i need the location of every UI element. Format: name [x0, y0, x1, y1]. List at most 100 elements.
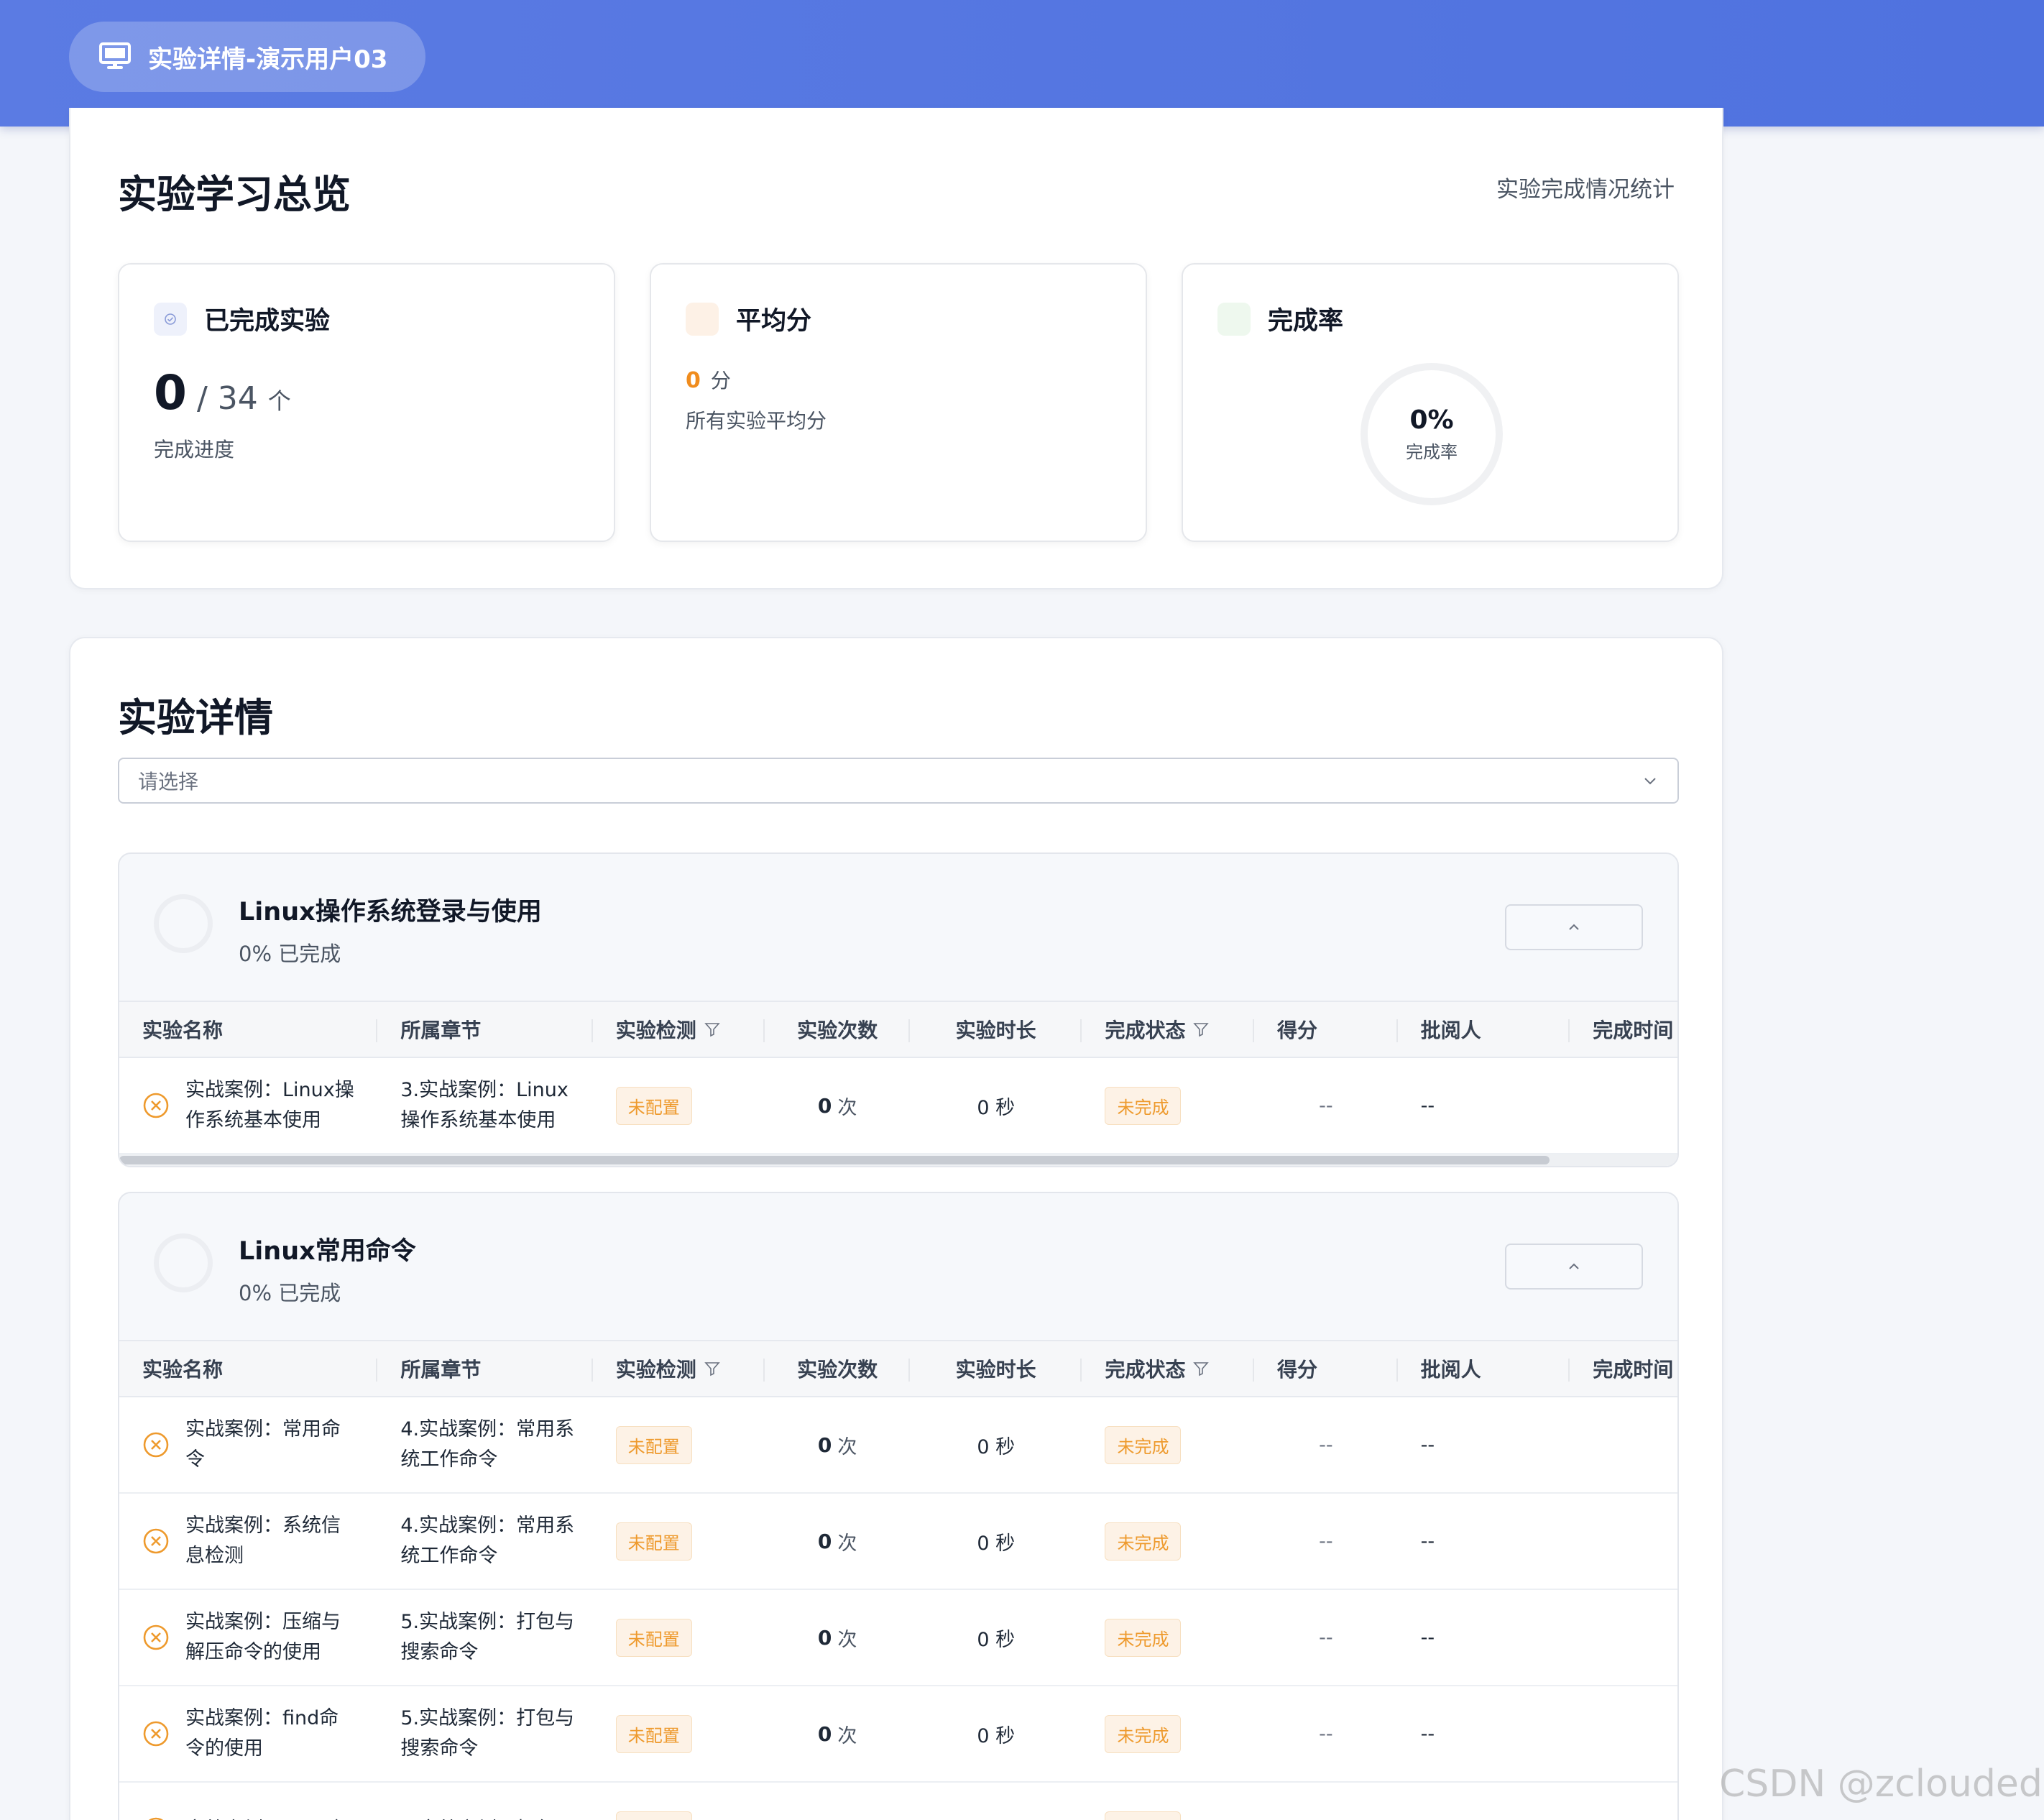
cell-score: -- — [1254, 1397, 1398, 1492]
experiment-group: Linux常用命令 0% 已完成 实验名称 所属章节 实验检测 实验次数 实验时长 完成状… — [118, 1192, 1679, 1820]
overview-stats-label: 实验完成情况统计 — [1496, 177, 1675, 203]
completed-sub: 完成进度 — [154, 438, 235, 461]
group-progress-ring — [154, 894, 213, 953]
cell-check: 未配置 — [593, 1397, 765, 1492]
overview-card: 实验学习总览 实验完成情况统计 已完成实验 0 / 34 个 完成进度 平均分 … — [69, 108, 1723, 589]
experiment-name[interactable]: 实战案例：grep命 — [185, 1815, 358, 1820]
chevron-up-icon — [1569, 924, 1579, 930]
completion-status-tag: 未完成 — [1105, 1086, 1182, 1125]
experiment-name[interactable]: 实战案例：压缩与解压命令的使用 — [185, 1607, 358, 1668]
completed-value: 0 — [154, 365, 187, 420]
cell-score: -- — [1254, 1058, 1398, 1153]
experiment-name[interactable]: 实战案例：系统信息检测 — [185, 1511, 358, 1571]
chapter-name: 5.实战案例：打包与搜索命令 — [400, 1611, 575, 1663]
cell-check: 未配置 — [593, 1494, 765, 1589]
table-row[interactable]: 实战案例：常用命令 4.实战案例：常用系统工作命令 未配置 0次 0 秒 未完成… — [119, 1397, 1677, 1494]
column-header: 实验名称 — [119, 1002, 378, 1057]
course-select[interactable]: 请选择 — [118, 758, 1679, 804]
select-placeholder: 请选择 — [138, 770, 199, 794]
column-header-label: 实验时长 — [955, 1019, 1036, 1042]
cell-count: 0次 — [765, 1058, 910, 1153]
completed-stat-card: 已完成实验 0 / 34 个 完成进度 — [118, 263, 615, 542]
completed-label: 已完成实验 — [204, 307, 331, 336]
column-header[interactable]: 完成状态 — [1082, 1002, 1254, 1057]
cell-score: -- — [1254, 1686, 1398, 1781]
cell-count: 0次 — [765, 1397, 910, 1492]
filter-icon[interactable] — [1192, 1021, 1210, 1038]
score-value: -- — [1319, 1530, 1333, 1553]
table-row[interactable]: 实战案例：压缩与解压命令的使用 5.实战案例：打包与搜索命令 未配置 0次 0 … — [119, 1590, 1677, 1686]
attempt-count-unit: 次 — [837, 1628, 857, 1651]
chevron-down-icon — [1644, 778, 1656, 785]
filter-icon[interactable] — [704, 1360, 721, 1377]
chapter-name: 4.实战案例：常用系统工作命令 — [400, 1515, 575, 1567]
experiment-name[interactable]: 实战案例：常用命令 — [185, 1415, 358, 1475]
cell-reviewer: -- — [1398, 1058, 1570, 1153]
average-label: 平均分 — [736, 307, 812, 336]
cell-reviewer: -- — [1398, 1686, 1570, 1781]
completion-status-tag: 未完成 — [1105, 1522, 1182, 1561]
column-header-label: 实验次数 — [797, 1358, 878, 1382]
column-header-label: 得分 — [1277, 1358, 1318, 1382]
rate-badge-icon — [1217, 302, 1251, 336]
column-header-label: 所属章节 — [400, 1019, 482, 1042]
experiment-name[interactable]: 实战案例：Linux操作系统基本使用 — [185, 1075, 358, 1136]
cell-duration: 0 秒 — [910, 1397, 1082, 1492]
reviewer-value: -- — [1420, 1433, 1435, 1456]
table-row[interactable]: 实战案例：grep命 5.实战案例：打包 未配置 0次 0 秒 未完成 -- -… — [119, 1783, 1677, 1820]
column-header[interactable]: 实验检测 — [593, 1002, 765, 1057]
cell-duration: 0 秒 — [910, 1686, 1082, 1781]
group-progress-text: 0% 已完成 — [239, 1281, 341, 1305]
column-header[interactable]: 完成状态 — [1082, 1341, 1254, 1396]
filter-icon[interactable] — [1192, 1360, 1210, 1377]
score-value: -- — [1319, 1722, 1333, 1745]
details-card: 实验详情 请选择 Linux操作系统登录与使用 0% 已完成 实验名称 所属章节实… — [69, 637, 1723, 1820]
incomplete-x-icon — [143, 1528, 169, 1554]
page-title-pill[interactable]: 实验详情-演示用户03 — [69, 22, 425, 92]
cell-status: 未完成 — [1082, 1783, 1254, 1820]
experiment-table: 实验名称 所属章节 实验检测 实验次数 实验时长 完成状态 得分 批阅人 完成时间 实战案例：常… — [119, 1340, 1677, 1820]
cell-status: 未完成 — [1082, 1397, 1254, 1492]
cell-chapter: 5.实战案例：打包 — [377, 1783, 592, 1820]
incomplete-x-icon — [143, 1624, 169, 1650]
cell-time — [1570, 1686, 1677, 1781]
group-collapse-button[interactable] — [1505, 904, 1643, 950]
column-header: 批阅人 — [1398, 1341, 1570, 1396]
experiment-group: Linux操作系统登录与使用 0% 已完成 实验名称 所属章节 实验检测 实验次数 实验… — [118, 852, 1679, 1167]
score-value: -- — [1319, 1094, 1333, 1117]
table-row[interactable]: 实战案例：Linux操作系统基本使用 3.实战案例：Linux操作系统基本使用 … — [119, 1058, 1677, 1154]
cell-time — [1570, 1058, 1677, 1153]
cell-score: -- — [1254, 1494, 1398, 1589]
cell-check: 未配置 — [593, 1058, 765, 1153]
column-header-label: 得分 — [1277, 1019, 1318, 1042]
incomplete-x-icon — [148, 1817, 164, 1820]
cell-time — [1570, 1397, 1677, 1492]
attempt-count-unit: 次 — [837, 1435, 857, 1458]
completion-status-tag: 未完成 — [1105, 1811, 1182, 1820]
table-row[interactable]: 实战案例：find命令的使用 5.实战案例：打包与搜索命令 未配置 0次 0 秒… — [119, 1686, 1677, 1783]
experiment-name[interactable]: 实战案例：find命令的使用 — [185, 1704, 358, 1764]
incomplete-x-icon — [143, 1432, 169, 1458]
cell-score: -- — [1254, 1783, 1398, 1820]
completed-total: / 34 — [196, 380, 258, 417]
check-status-tag: 未配置 — [615, 1425, 692, 1464]
cell-name: 实战案例：压缩与解压命令的使用 — [119, 1590, 377, 1685]
column-header-label: 批阅人 — [1420, 1019, 1481, 1042]
cell-status: 未完成 — [1082, 1686, 1254, 1781]
column-header-label: 完成状态 — [1105, 1019, 1186, 1042]
cell-duration: 0 秒 — [910, 1058, 1082, 1153]
check-status-tag: 未配置 — [615, 1086, 692, 1125]
score-value: -- — [1319, 1433, 1333, 1456]
cell-duration: 0 秒 — [910, 1494, 1082, 1589]
attempt-count: 0 — [817, 1625, 832, 1650]
column-header[interactable]: 实验检测 — [593, 1341, 765, 1396]
completion-status-tag: 未完成 — [1105, 1425, 1182, 1464]
scrollbar-thumb[interactable] — [119, 1156, 1550, 1164]
group-collapse-button[interactable] — [1505, 1244, 1643, 1290]
table-row[interactable]: 实战案例：系统信息检测 4.实战案例：常用系统工作命令 未配置 0次 0 秒 未… — [119, 1494, 1677, 1590]
reviewer-value: -- — [1420, 1530, 1435, 1553]
attempt-count: 0 — [817, 1722, 832, 1746]
horizontal-scrollbar[interactable] — [119, 1154, 1677, 1166]
filter-icon[interactable] — [704, 1021, 721, 1038]
chapter-name: 5.实战案例：打包与搜索命令 — [400, 1707, 575, 1760]
